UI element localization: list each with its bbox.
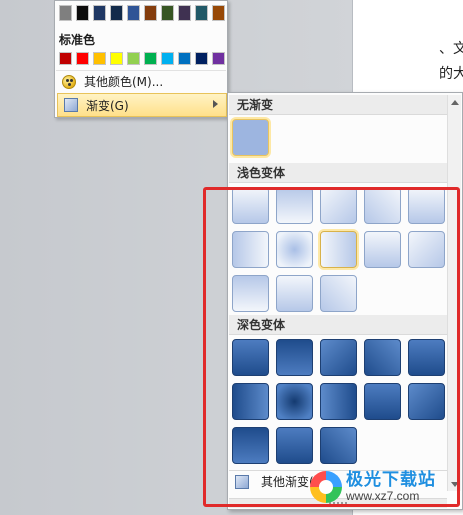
dark-gradient-swatch[interactable] [408,383,445,420]
document-text-line: 的大 [439,66,463,82]
gradient-submenu: 无渐变 浅色变体 深色变体 其他渐变(M)... [227,92,463,510]
palette-icon [62,74,76,89]
dark-gradient-swatch[interactable] [276,339,313,376]
dark-gradient-swatch[interactable] [232,339,269,376]
dark-gradient-swatch[interactable] [232,383,269,420]
vertical-scrollbar[interactable] [447,95,461,491]
light-gradient-swatch[interactable] [276,231,313,268]
light-gradient-swatch[interactable] [408,187,445,224]
dark-gradient-swatch[interactable] [276,383,313,420]
theme-color-swatch[interactable] [144,5,157,21]
standard-color-swatch[interactable] [212,52,225,65]
theme-shade-row [59,5,225,21]
light-gradient-swatch[interactable] [276,187,313,224]
theme-color-swatch[interactable] [161,5,174,21]
watermark-title: 极光下载站 [346,469,436,490]
chevron-up-icon [451,99,459,105]
dark-gradient-swatch[interactable] [364,383,401,420]
theme-color-swatch[interactable] [178,5,191,21]
gradient-menu-label: 渐变(G) [86,98,129,113]
theme-color-swatch[interactable] [212,5,225,21]
no-gradient-header: 无渐变 [229,95,447,115]
submenu-arrow-icon [213,100,218,108]
theme-color-swatch[interactable] [127,5,140,21]
standard-colors-label: 标准色 [59,33,96,47]
light-gradient-swatch[interactable] [276,275,313,312]
light-gradient-swatch[interactable] [232,231,269,268]
dark-variations-header: 深色变体 [229,315,447,335]
standard-color-swatch[interactable] [144,52,157,65]
light-gradient-swatch[interactable] [232,187,269,224]
dark-gradient-swatch[interactable] [320,427,357,464]
standard-color-swatch[interactable] [59,52,72,65]
no-gradient-swatch[interactable] [232,119,269,156]
standard-color-swatch[interactable] [178,52,191,65]
theme-color-swatch[interactable] [110,5,123,21]
standard-color-swatch[interactable] [93,52,106,65]
dark-gradient-swatch[interactable] [320,339,357,376]
light-gradient-swatch[interactable] [320,275,357,312]
light-gradient-swatch[interactable] [320,187,357,224]
more-colors-button[interactable]: 其他颜色(M)... [56,70,226,92]
watermark: 极光下载站 www.xz7.com [310,462,460,512]
gradient-menu-item[interactable]: 渐变(G) [57,93,227,117]
light-gradient-swatch[interactable] [232,275,269,312]
site-logo [310,471,342,503]
gradient-icon [64,98,78,112]
light-gradient-swatch[interactable] [408,231,445,268]
standard-color-swatch[interactable] [110,52,123,65]
dark-gradient-swatch[interactable] [364,339,401,376]
theme-color-swatch[interactable] [93,5,106,21]
watermark-url: www.xz7.com [346,488,420,503]
scroll-up-button[interactable] [448,95,462,109]
light-gradient-swatch[interactable] [364,231,401,268]
standard-color-swatch[interactable] [161,52,174,65]
dark-gradient-swatch[interactable] [232,427,269,464]
standard-color-swatch[interactable] [76,52,89,65]
standard-color-row [59,52,225,65]
light-variations-header: 浅色变体 [229,163,447,183]
light-gradient-swatch[interactable] [320,231,357,268]
gradient-icon [235,474,249,489]
document-text-line: 、文 [439,41,463,57]
watermark-text: 极光下载站 www.xz7.com [346,469,436,503]
theme-color-swatch[interactable] [195,5,208,21]
dark-gradient-swatch[interactable] [408,339,445,376]
dark-gradient-swatch[interactable] [320,383,357,420]
color-dropdown-menu: 标准色 其他颜色(M)... 渐变(G) [54,0,228,118]
standard-color-swatch[interactable] [127,52,140,65]
theme-color-swatch[interactable] [59,5,72,21]
standard-color-swatch[interactable] [195,52,208,65]
dark-gradient-swatch[interactable] [276,427,313,464]
theme-color-swatch[interactable] [76,5,89,21]
light-gradient-swatch[interactable] [364,187,401,224]
more-colors-label: 其他颜色(M)... [84,75,164,89]
